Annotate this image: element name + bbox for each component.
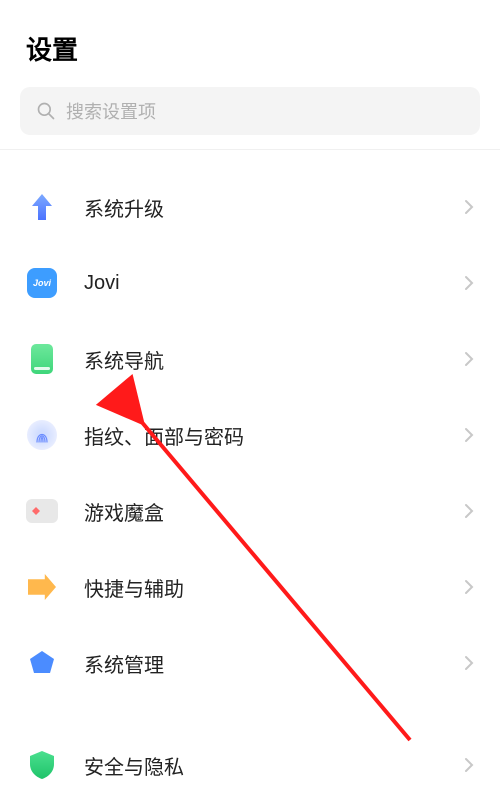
chevron-right-icon [464, 757, 474, 773]
item-fingerprint-face-password[interactable]: 指纹、面部与密码 [0, 397, 500, 473]
page-header: 设置 [0, 0, 500, 87]
shield-icon [26, 749, 58, 781]
item-label: 指纹、面部与密码 [84, 421, 464, 450]
item-label: 系统升级 [84, 193, 464, 222]
chevron-right-icon [464, 351, 474, 367]
item-system-management[interactable]: 系统管理 [0, 625, 500, 701]
jovi-icon: Jovi [26, 267, 58, 299]
search-input[interactable]: 搜索设置项 [20, 87, 480, 135]
search-placeholder: 搜索设置项 [66, 98, 156, 124]
chevron-right-icon [464, 655, 474, 671]
chevron-right-icon [464, 199, 474, 215]
chevron-right-icon [464, 427, 474, 443]
fingerprint-icon [26, 419, 58, 451]
item-label: Jovi [84, 272, 464, 295]
item-label: 系统管理 [84, 649, 464, 678]
page-title: 设置 [26, 30, 474, 67]
game-box-icon [26, 495, 58, 527]
item-game-box[interactable]: 游戏魔盒 [0, 473, 500, 549]
group-gap [0, 701, 500, 727]
item-jovi[interactable]: Jovi Jovi [0, 245, 500, 321]
section-divider [0, 149, 500, 169]
item-system-navigation[interactable]: 系统导航 [0, 321, 500, 397]
item-label: 游戏魔盒 [84, 497, 464, 526]
item-label: 系统导航 [84, 345, 464, 374]
navigation-icon [26, 343, 58, 375]
shortcut-icon [26, 571, 58, 603]
upgrade-icon [26, 191, 58, 223]
search-icon [36, 101, 56, 121]
item-label: 快捷与辅助 [84, 573, 464, 602]
item-system-upgrade[interactable]: 系统升级 [0, 169, 500, 245]
search-wrapper: 搜索设置项 [0, 87, 500, 149]
chevron-right-icon [464, 503, 474, 519]
chevron-right-icon [464, 579, 474, 595]
settings-list: 系统升级 Jovi Jovi 系统导航 指纹、面部与密码 游戏魔盒 [0, 169, 500, 803]
system-management-icon [26, 647, 58, 679]
item-label: 安全与隐私 [84, 751, 464, 780]
item-shortcut-accessibility[interactable]: 快捷与辅助 [0, 549, 500, 625]
chevron-right-icon [464, 275, 474, 291]
